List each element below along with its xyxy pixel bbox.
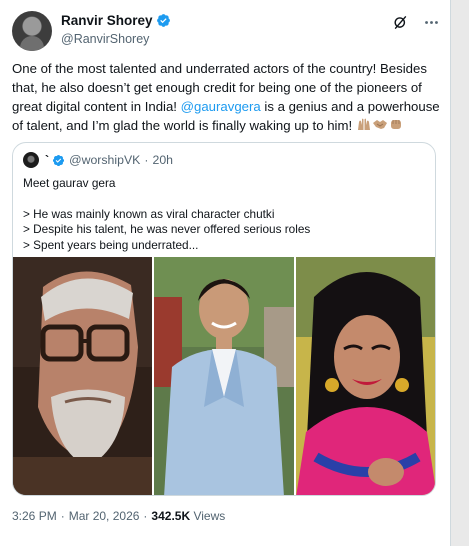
- quoted-tweet-text: Meet gaurav gera > He was mainly known a…: [23, 176, 423, 253]
- grok-slash-icon[interactable]: [392, 14, 409, 31]
- tweet-time[interactable]: 3:26 PM: [12, 509, 57, 523]
- tweet-date[interactable]: Mar 20, 2026: [69, 509, 140, 523]
- author-name-row: Ranvir Shorey: [61, 13, 171, 28]
- mention-link[interactable]: @gauravgera: [181, 99, 261, 114]
- quoted-line-blank: [23, 192, 423, 207]
- character-in-costume-photo[interactable]: [296, 257, 435, 495]
- tweet-header: Ranvir Shorey @RanvirShorey: [12, 11, 440, 51]
- quoted-line: Meet gaurav gera: [23, 176, 116, 190]
- man-in-blue-suit-photo[interactable]: [154, 257, 294, 495]
- raising-hands-emoji: [357, 118, 370, 130]
- author-display-name[interactable]: Ranvir Shorey: [61, 13, 153, 28]
- quoted-author-display-name[interactable]: `: [45, 153, 49, 167]
- author-handle[interactable]: @RanvirShorey: [61, 32, 149, 46]
- quoted-tweet[interactable]: ` @worshipVK · 20h Meet gaurav gera > He…: [12, 142, 436, 496]
- quoted-line: > Despite his talent, he was never offer…: [23, 222, 311, 236]
- quoted-separator: ·: [144, 153, 149, 167]
- tweet-card: Ranvir Shorey @RanvirShorey One of the m…: [0, 0, 451, 546]
- header-actions: [392, 14, 440, 31]
- meta-separator: ·: [60, 509, 65, 523]
- quoted-line: > He was mainly known as viral character…: [23, 206, 275, 221]
- quoted-tweet-header: ` @worshipVK · 20h: [23, 152, 173, 168]
- quoted-media-grid: [13, 257, 435, 495]
- man-with-glasses-photo[interactable]: [13, 257, 152, 495]
- quoted-author-avatar[interactable]: [23, 152, 39, 168]
- quoted-author-handle[interactable]: @worshipVK: [69, 153, 140, 167]
- fist-emoji: [390, 120, 401, 129]
- tweet-text: One of the most talented and underrated …: [12, 59, 440, 135]
- quoted-timestamp[interactable]: 20h: [152, 153, 173, 167]
- more-icon[interactable]: [423, 14, 440, 31]
- handshake-emoji: [372, 120, 387, 129]
- verified-badge-icon: [156, 14, 170, 27]
- views-label: Views: [193, 509, 226, 523]
- views-count: 342.5K: [151, 509, 191, 523]
- tweet-meta: 3:26 PM · Mar 20, 2026 · 342.5K Views: [12, 509, 225, 523]
- meta-separator: ·: [143, 509, 148, 523]
- author-avatar[interactable]: [12, 11, 52, 51]
- quoted-verified-badge-icon: [53, 154, 65, 166]
- quoted-line: > Spent years being underrated...: [23, 237, 199, 252]
